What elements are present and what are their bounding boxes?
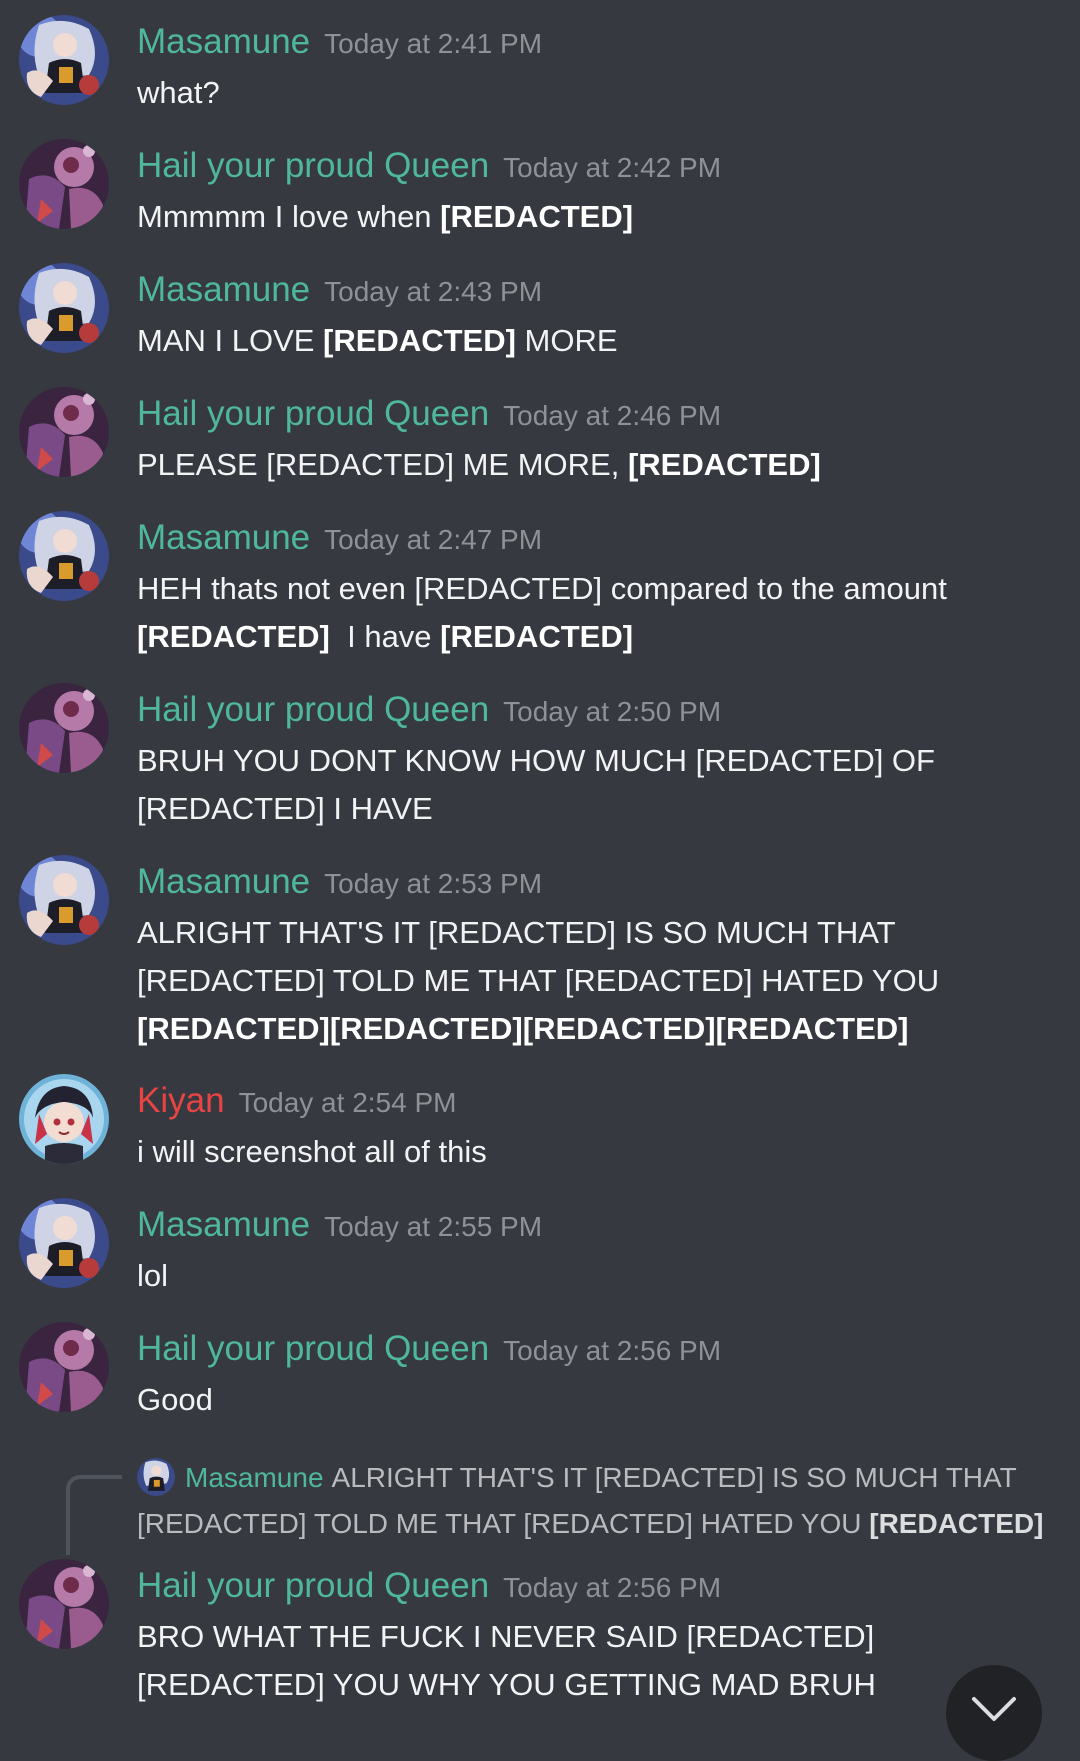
message-content: MAN I LOVE [REDACTED] MORE xyxy=(137,317,1057,365)
message-text: PLEASE [REDACTED] ME MORE, xyxy=(137,447,628,482)
message-text-bold: [REDACTED] xyxy=(440,619,634,654)
message-header: Masamune Today at 2:41 PM xyxy=(137,22,542,62)
author-name[interactable]: Masamune xyxy=(137,1205,310,1244)
message-text-bold: [REDACTED][REDACTED][REDACTED][REDACTED] xyxy=(137,1011,909,1046)
reply-preview[interactable]: Masamune ALRIGHT THAT'S IT [REDACTED] IS … xyxy=(0,1455,1080,1555)
message-text: Mmmmm I love when xyxy=(137,199,441,234)
message-content: BRUH YOU DONT KNOW HOW MUCH [REDACTED] O… xyxy=(137,737,967,833)
reply-text: Masamune ALRIGHT THAT'S IT [REDACTED] IS … xyxy=(137,1455,1057,1547)
message-content: what? xyxy=(137,69,1057,117)
timestamp: Today at 2:55 PM xyxy=(324,1211,543,1242)
avatar[interactable] xyxy=(19,683,109,773)
message-text: MORE xyxy=(515,323,618,358)
author-name[interactable]: Masamune xyxy=(137,22,310,61)
timestamp: Today at 2:41 PM xyxy=(324,28,543,59)
message-content: PLEASE [REDACTED] ME MORE, [REDACTED] xyxy=(137,441,1057,489)
avatar[interactable] xyxy=(19,1074,109,1164)
message-text-bold: [REDACTED] xyxy=(323,323,516,358)
message-text: HEH thats not even [REDACTED] compared t… xyxy=(137,571,956,606)
timestamp: Today at 2:43 PM xyxy=(324,276,543,307)
author-name[interactable]: Hail your proud Queen xyxy=(137,690,489,729)
message-content: HEH thats not even [REDACTED] compared t… xyxy=(137,565,1057,661)
message-text: i will screenshot all of this xyxy=(137,1134,487,1169)
message-text: Good xyxy=(137,1382,213,1417)
message-text: lol xyxy=(137,1258,169,1293)
message-header: Hail your proud Queen Today at 2:46 PM xyxy=(137,394,721,434)
timestamp: Today at 2:42 PM xyxy=(503,152,722,183)
message-content: i will screenshot all of this xyxy=(137,1128,1057,1176)
message-content: Mmmmm I love when [REDACTED] xyxy=(137,193,1057,241)
timestamp: Today at 2:50 PM xyxy=(503,696,722,727)
message-text-bold: [REDACTED] xyxy=(627,447,821,482)
avatar[interactable] xyxy=(19,1559,109,1649)
reply-snippet-bold: [REDACTED] xyxy=(869,1508,1044,1539)
author-name[interactable]: Hail your proud Queen xyxy=(137,1329,489,1368)
message-header: Hail your proud Queen Today at 2:50 PM xyxy=(137,690,721,730)
avatar[interactable] xyxy=(19,387,109,477)
message-text: what? xyxy=(137,75,220,110)
author-name[interactable]: Hail your proud Queen xyxy=(137,146,489,185)
avatar[interactable] xyxy=(19,15,109,105)
message-content: BRO WHAT THE FUCK I NEVER SAID [REDACTED… xyxy=(137,1613,1062,1709)
timestamp: Today at 2:54 PM xyxy=(238,1087,457,1118)
reply-connector xyxy=(66,1475,122,1555)
reply-author[interactable]: Masamune xyxy=(185,1462,324,1493)
message-header: Hail your proud Queen Today at 2:56 PM xyxy=(137,1329,721,1369)
avatar[interactable] xyxy=(19,139,109,229)
message-header: Masamune Today at 2:47 PM xyxy=(137,518,542,558)
chevron-down-icon xyxy=(972,1697,1016,1721)
timestamp: Today at 2:53 PM xyxy=(324,868,543,899)
message-text: ALRIGHT THAT'S IT [REDACTED] IS SO MUCH … xyxy=(137,915,948,998)
author-name[interactable]: Kiyan xyxy=(137,1081,225,1120)
message-text: I have xyxy=(329,619,441,654)
avatar[interactable] xyxy=(19,1198,109,1288)
avatar[interactable] xyxy=(19,855,109,945)
message-content: Good xyxy=(137,1376,1057,1424)
avatar[interactable] xyxy=(19,511,109,601)
author-name[interactable]: Masamune xyxy=(137,862,310,901)
author-name[interactable]: Masamune xyxy=(137,270,310,309)
message-content: lol xyxy=(137,1252,1057,1300)
message-header: Masamune Today at 2:43 PM xyxy=(137,270,542,310)
message-header: Kiyan Today at 2:54 PM xyxy=(137,1081,456,1121)
timestamp: Today at 2:56 PM xyxy=(503,1335,722,1366)
author-name[interactable]: Hail your proud Queen xyxy=(137,1566,489,1605)
message-header: Masamune Today at 2:55 PM xyxy=(137,1205,542,1245)
avatar[interactable] xyxy=(19,263,109,353)
timestamp: Today at 2:47 PM xyxy=(324,524,543,555)
message-text: BRO WHAT THE FUCK I NEVER SAID [REDACTED… xyxy=(137,1619,883,1702)
chat-message-list: Masamune Today at 2:41 PM what? Hail your… xyxy=(0,0,1080,1761)
avatar[interactable] xyxy=(19,1322,109,1412)
message-text-bold: [REDACTED] xyxy=(440,199,634,234)
message-content: ALRIGHT THAT'S IT [REDACTED] IS SO MUCH … xyxy=(137,909,997,1053)
author-name[interactable]: Masamune xyxy=(137,518,310,557)
message-text-bold: [REDACTED] xyxy=(137,619,330,654)
message-header: Masamune Today at 2:53 PM xyxy=(137,862,542,902)
author-name[interactable]: Hail your proud Queen xyxy=(137,394,489,433)
jump-to-present-button[interactable] xyxy=(946,1665,1042,1761)
timestamp: Today at 2:46 PM xyxy=(503,400,722,431)
message-text: BRUH YOU DONT KNOW HOW MUCH [REDACTED] O… xyxy=(137,743,944,826)
message-text: MAN I LOVE xyxy=(137,323,324,358)
timestamp: Today at 2:56 PM xyxy=(503,1572,722,1603)
message-header: Hail your proud Queen Today at 2:42 PM xyxy=(137,146,721,186)
message-header: Hail your proud Queen Today at 2:56 PM xyxy=(137,1566,721,1606)
